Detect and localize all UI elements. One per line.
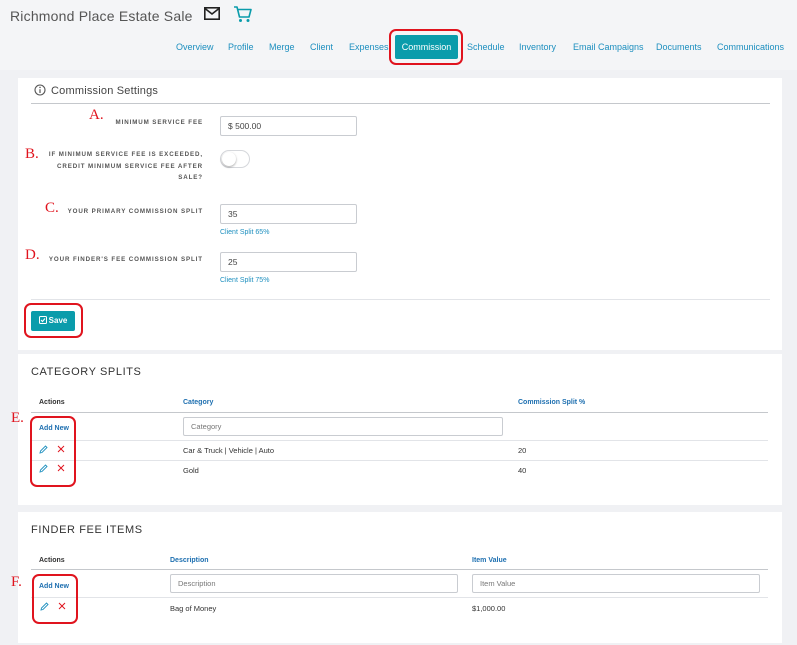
finder-col-item-value[interactable]: Item Value [472,557,507,564]
commission-tab-callout [389,29,463,65]
finder-split-input[interactable]: 25 [220,252,357,272]
finder-split-label: YOUR FINDER'S FEE COMMISSION SPLIT [48,256,203,263]
tab-expenses[interactable]: Expenses [349,42,389,52]
tab-communications[interactable]: Communications [717,42,784,52]
category-row-divider [31,440,768,441]
tab-merge[interactable]: Merge [269,42,295,52]
minimum-service-fee-label: MINIMUM SERVICE FEE [115,119,203,126]
marker-e: E. [11,410,24,426]
save-label: Save [48,316,68,325]
finder-client-split-hint: Client Split 75% [220,277,270,284]
category-actions-callout [30,416,76,487]
tab-schedule[interactable]: Schedule [467,42,505,52]
settings-footer-divider [31,299,770,300]
credit-minimum-fee-toggle[interactable] [220,150,250,168]
tab-email-campaigns[interactable]: Email Campaigns [573,42,644,52]
category-col-category[interactable]: Category [183,399,213,406]
tab-documents[interactable]: Documents [656,42,702,52]
finder-item-value-input[interactable]: Item Value [472,574,760,593]
finder-col-description[interactable]: Description [170,557,209,564]
save-button[interactable]: Save [31,311,75,331]
category-input[interactable]: Category [183,417,503,436]
category-cell-name: Car & Truck | Vehicle | Auto [183,446,275,455]
tab-overview[interactable]: Overview [176,42,214,52]
category-cell-name: Gold [183,466,199,475]
category-cell-split: 20 [518,446,527,455]
finder-row-divider [31,597,768,598]
credit-minimum-fee-label: IF MINIMUM SERVICE FEE IS EXCEEDED, CRED… [48,151,203,181]
finder-fee-items-title: FINDER FEE ITEMS [31,524,143,536]
marker-f: F. [11,574,22,590]
finder-actions-callout [32,574,78,624]
finder-cell-description: Bag of Money [170,604,217,613]
category-cell-split: 40 [518,466,527,475]
finder-description-input[interactable]: Description [170,574,458,593]
category-col-actions: Actions [39,399,65,406]
commission-settings-title: Commission Settings [51,85,159,97]
info-icon [34,84,46,96]
settings-title-divider [31,103,770,104]
finder-cell-value: $1,000.00 [472,604,506,613]
cart-icon[interactable] [233,5,252,23]
marker-c: C. [45,200,59,216]
check-square-icon [38,315,47,324]
marker-b: B. [25,146,39,162]
marker-a: A. [89,107,104,123]
primary-split-input[interactable]: 35 [220,204,357,224]
primary-client-split-hint: Client Split 65% [220,229,270,236]
tab-profile[interactable]: Profile [228,42,254,52]
category-col-split[interactable]: Commission Split % [518,399,585,406]
finder-header-divider [31,569,768,570]
category-header-divider [31,412,768,413]
category-splits-title: CATEGORY SPLITS [31,366,142,378]
minimum-service-fee-input[interactable]: $ 500.00 [220,116,357,136]
tab-inventory[interactable]: Inventory [519,42,556,52]
mail-icon[interactable] [204,7,220,20]
finder-col-actions: Actions [39,557,65,564]
tab-client[interactable]: Client [310,42,333,52]
marker-d: D. [25,247,40,263]
page-title: Richmond Place Estate Sale [10,8,193,24]
toggle-knob [222,152,236,166]
primary-split-label: YOUR PRIMARY COMMISSION SPLIT [67,208,203,215]
category-row-divider [31,460,768,461]
